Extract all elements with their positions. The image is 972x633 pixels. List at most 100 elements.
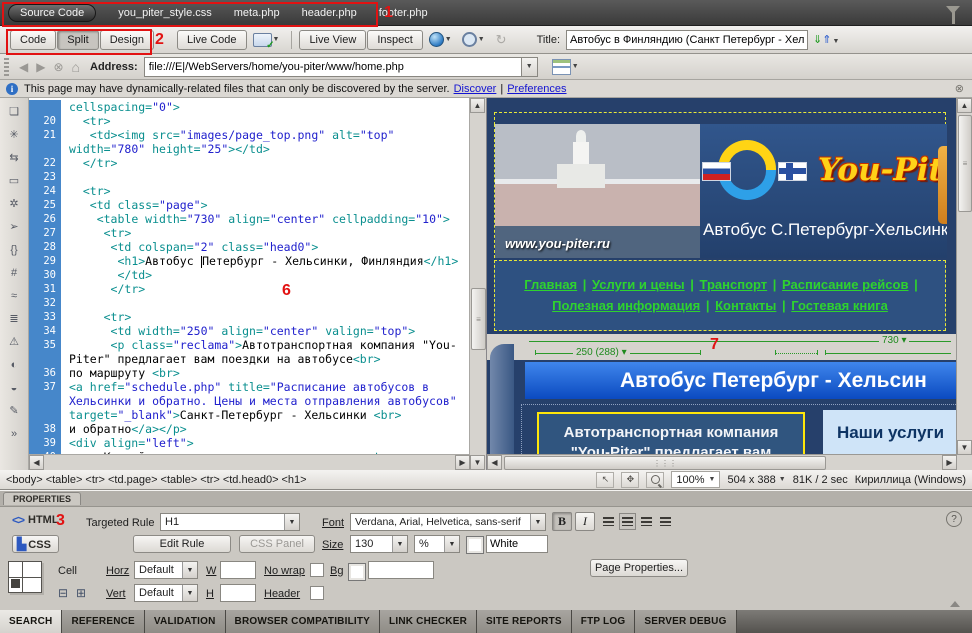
inspect-button[interactable]: Inspect [367, 30, 422, 50]
window-size-select[interactable]: 504 x 388▼ [727, 474, 785, 486]
bg-color-swatch[interactable] [348, 563, 366, 581]
services-cell[interactable]: Наши услуги [823, 410, 958, 456]
vert-select[interactable]: Default▼ [134, 584, 198, 602]
panel-resize-icon[interactable] [950, 601, 960, 607]
bold-button[interactable]: B [552, 512, 572, 531]
related-file-meta[interactable]: meta.php [234, 7, 280, 19]
home-icon[interactable]: ⌂ [72, 59, 80, 75]
edit-rule-button[interactable]: Edit Rule [133, 535, 231, 553]
code-text[interactable]: <div align="left"> [61, 436, 470, 450]
remove-comment-icon[interactable]: ◒ [3, 377, 25, 398]
code-text[interactable]: <tr> [61, 114, 470, 128]
code-vscrollbar[interactable]: ▲ ≡ ▼ [469, 98, 486, 470]
close-infobar-icon[interactable]: ⊗ [955, 82, 964, 95]
targeted-rule-select[interactable]: H1▼ [160, 513, 300, 531]
design-pane[interactable]: You-Piter Автобус С.Петербург-Хельсинки … [487, 98, 972, 470]
code-text[interactable]: <a href="schedule.php" title="Расписание… [61, 380, 470, 422]
design-hscrollbar[interactable]: ◀ ⋮⋮⋮ ▶ [487, 454, 957, 470]
highlight-invalid-code-icon[interactable]: ≈ [3, 285, 25, 306]
code-text[interactable]: <td class="page"> [61, 198, 470, 212]
align-left-icon[interactable] [600, 513, 617, 530]
tag-selector-item[interactable]: <tr> [85, 474, 105, 486]
code-text[interactable]: <tr> [61, 310, 470, 324]
results-tab-ftp-log[interactable]: FTP LOG [572, 610, 636, 633]
site-header-image[interactable]: You-Piter Автобус С.Петербург-Хельсинки … [494, 124, 947, 258]
tag-selector-item[interactable]: <tr> [200, 474, 220, 486]
line-numbers-icon[interactable]: # [3, 262, 25, 283]
open-documents-icon[interactable]: ❏ [3, 101, 25, 122]
results-tab-link-checker[interactable]: LINK CHECKER [380, 610, 477, 633]
split-view-button[interactable]: Split [57, 30, 98, 50]
nav-link[interactable]: Гостевая книга [791, 298, 888, 313]
nav-link[interactable]: Контакты [715, 298, 776, 313]
design-vscrollbar[interactable]: ▲ ≡ ▼ [956, 98, 972, 455]
tag-selector-item[interactable]: <td.page> [108, 474, 158, 486]
select-parent-tag-icon[interactable]: ➢ [3, 216, 25, 237]
page-properties-button[interactable]: Page Properties... [590, 559, 688, 577]
file-list-icon[interactable] [552, 59, 571, 75]
select-tool-icon[interactable]: ↖ [596, 472, 614, 488]
code-text[interactable]: <p class="reclama">Автотранспортная комп… [61, 338, 470, 366]
code-hscrollbar[interactable]: ◀ ▶ [29, 454, 470, 470]
design-view-button[interactable]: Design [100, 30, 154, 50]
results-tab-site-reports[interactable]: SITE REPORTS [477, 610, 572, 633]
tag-selector-item[interactable]: <body> [6, 474, 43, 486]
css-mode-button[interactable]: ▙ CSS [12, 535, 59, 553]
forward-icon[interactable]: ▶ [36, 60, 45, 74]
text-color-swatch[interactable] [466, 536, 484, 554]
text-color-field[interactable] [486, 535, 548, 553]
code-text[interactable]: </tr> [61, 282, 470, 296]
tag-selector-item[interactable]: <table> [46, 474, 83, 486]
code-text[interactable]: по маршруту <br> [61, 366, 470, 380]
related-file-css[interactable]: you_piter_style.css [118, 7, 212, 19]
align-right-icon[interactable] [638, 513, 655, 530]
align-justify-icon[interactable] [657, 513, 674, 530]
results-tab-reference[interactable]: REFERENCE [62, 610, 144, 633]
file-transfer-icon[interactable]: ⇓⇑▼ [813, 33, 839, 46]
size-select[interactable]: 130▼ [350, 535, 408, 553]
html-mode-button[interactable]: <> HTML [12, 513, 59, 527]
results-tab-browser-compatibility[interactable]: BROWSER COMPATIBILITY [226, 610, 381, 633]
page-heading-h1[interactable]: Автобус Петербург - Хельсин [525, 362, 958, 399]
results-tab-server-debug[interactable]: SERVER DEBUG [635, 610, 736, 633]
tag-selector-item[interactable]: <h1> [282, 474, 307, 486]
results-tab-search[interactable]: SEARCH [0, 610, 62, 633]
expand-all-icon[interactable]: ✲ [3, 193, 25, 214]
w-field[interactable] [220, 561, 256, 579]
zoom-tool-icon[interactable] [646, 472, 664, 488]
apply-comment-icon[interactable]: ◐ [3, 354, 25, 375]
split-cell-icon[interactable]: ⊞ [76, 586, 86, 600]
code-text[interactable]: cellspacing="0"> [61, 100, 470, 114]
code-text[interactable]: <tr> [61, 226, 470, 240]
bg-color-field[interactable] [368, 561, 434, 579]
italic-button[interactable]: I [575, 512, 595, 531]
nav-link[interactable]: Услуги и цены [592, 277, 685, 292]
code-text[interactable]: <table width="730" align="center" cellpa… [61, 212, 470, 226]
preview-browser-icon[interactable]: ▼ [429, 32, 452, 47]
align-center-icon[interactable] [619, 513, 636, 530]
magnification-select[interactable]: 100%▼ [671, 471, 720, 488]
code-text[interactable]: <td width="250" align="center" valign="t… [61, 324, 470, 338]
column-width-250[interactable]: 250 (288) ▾ [573, 347, 630, 358]
check-browser-compat-icon[interactable]: ▼ [253, 33, 280, 47]
nav-link[interactable]: Главная [524, 277, 577, 292]
file-list-arrow-icon[interactable]: ▼ [572, 63, 579, 70]
font-select[interactable]: Verdana, Arial, Helvetica, sans-serif▼ [350, 513, 546, 531]
syntax-error-alerts-icon[interactable]: ⚠ [3, 331, 25, 352]
source-code-tab[interactable]: Source Code [8, 4, 96, 22]
code-text[interactable]: <td colspan="2" class="head0"> [61, 240, 470, 254]
h-field[interactable] [220, 584, 256, 602]
collapse-selection-icon[interactable]: ▭ [3, 170, 25, 191]
related-file-header[interactable]: header.php [302, 7, 357, 19]
horz-select[interactable]: Default▼ [134, 561, 198, 579]
tag-selector-item[interactable]: <table> [161, 474, 198, 486]
nowrap-checkbox[interactable] [310, 563, 324, 577]
back-icon[interactable]: ◀ [19, 60, 28, 74]
address-input[interactable] [144, 57, 522, 77]
code-view-button[interactable]: Code [10, 30, 56, 50]
code-editor[interactable]: cellspacing="0">20 <tr>21 <td><img src="… [29, 98, 470, 455]
nav-link[interactable]: Полезная информация [552, 298, 700, 313]
related-file-footer[interactable]: footer.php [379, 7, 428, 19]
code-text[interactable]: </td> [61, 268, 470, 282]
balance-braces-icon[interactable]: {} [3, 239, 25, 260]
